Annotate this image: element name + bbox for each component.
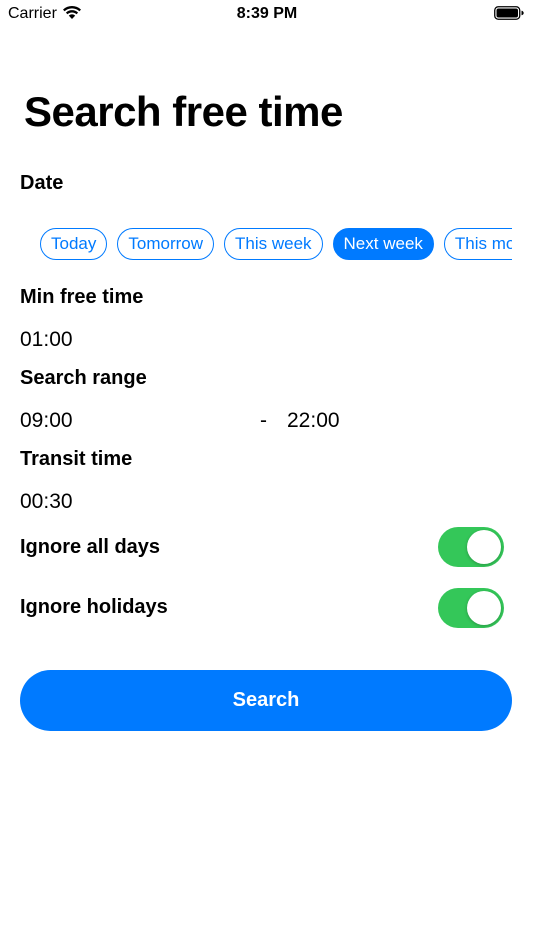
search-range-end[interactable]: 22:00: [287, 409, 340, 433]
chip-this-week[interactable]: This week: [224, 228, 323, 260]
chip-today[interactable]: Today: [40, 228, 108, 260]
date-label: Date: [20, 172, 64, 194]
transit-time-label: Transit time: [20, 448, 133, 470]
toggle-knob: [467, 530, 501, 564]
search-button[interactable]: Search: [20, 670, 512, 731]
chip-this-month[interactable]: This month: [443, 228, 512, 260]
toggle-knob: [467, 591, 501, 625]
min-free-time-value[interactable]: 01:00: [20, 328, 73, 352]
search-range-label: Search range: [20, 367, 147, 389]
chip-next-week[interactable]: Next week: [332, 228, 434, 260]
date-chip-list[interactable]: Today Tomorrow This week Next week This mont…: [40, 228, 512, 262]
status-time: 8:39 PM: [236, 5, 298, 22]
min-free-time-label: Min free time: [20, 286, 144, 308]
page-title: Search free time: [24, 88, 343, 135]
ignore-all-days-label: Ignore all days: [20, 536, 161, 558]
status-bar: Carrier 8:39 PM: [0, 0, 534, 30]
ignore-all-days-toggle[interactable]: [438, 527, 504, 567]
ignore-holidays-label: Ignore holidays: [20, 596, 168, 618]
battery-icon: [494, 6, 524, 25]
ignore-holidays-toggle[interactable]: [438, 588, 504, 628]
search-range-start[interactable]: 09:00: [20, 409, 73, 433]
chip-tomorrow[interactable]: Tomorrow: [117, 228, 214, 260]
transit-time-value[interactable]: 00:30: [20, 490, 73, 514]
search-range-separator: -: [260, 409, 267, 432]
